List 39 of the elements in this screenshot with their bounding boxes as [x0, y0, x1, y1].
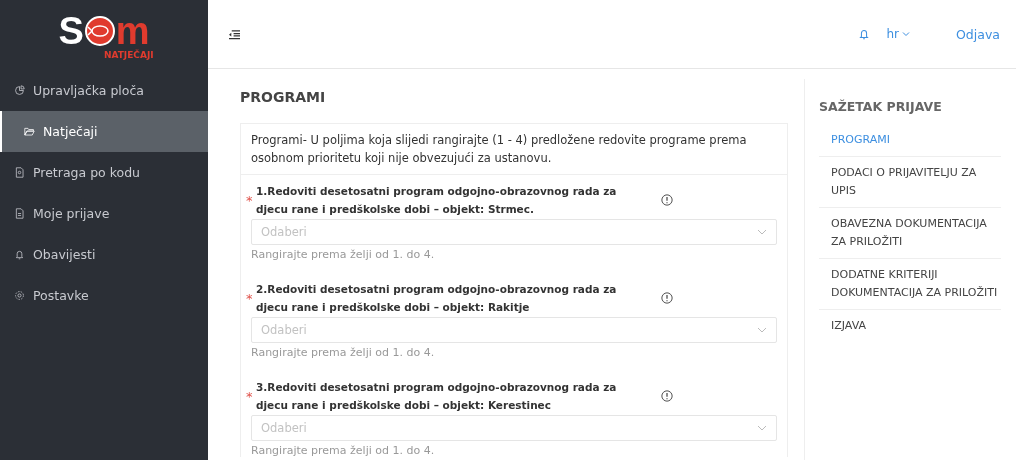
notifications-bell-icon[interactable] — [858, 28, 871, 40]
chevron-down-icon — [902, 31, 911, 37]
summary-link[interactable]: IZJAVA — [819, 310, 1001, 342]
sidebar-item[interactable]: Pretraga po kodu — [0, 152, 208, 193]
chevron-down-icon — [757, 425, 767, 431]
settings-icon — [14, 290, 25, 301]
info-icon[interactable] — [661, 194, 673, 206]
field-label: 1.Redoviti desetosatni program odgojno-obrazovnog rada za djecu rane i predškolske dobi – objekt: Strmec. — [256, 184, 618, 217]
summary-link[interactable]: PROGRAMI — [819, 124, 1001, 157]
sidebar-item[interactable]: Postavke — [0, 275, 208, 316]
required-asterisk: * — [246, 290, 254, 306]
pie-chart-icon — [14, 85, 25, 96]
document-icon — [14, 208, 25, 219]
summary-link[interactable]: DODATNE KRITERIJI DOKUMENTACIJA ZA PRILOŽITI — [819, 259, 1001, 310]
chevron-down-icon — [757, 229, 767, 235]
page-title: PROGRAMI — [240, 89, 327, 105]
field-hint: Rangirajte prema želji od 1. do 4. — [251, 248, 436, 261]
intro-text: Programi- U poljima koja slijedi rangirajte (1 - 4) predložene redovite programe prema osobnom prioritetu koji nije obvezujući za ustanovu. — [241, 124, 787, 175]
sidebar-item[interactable]: Moje prijave — [0, 193, 208, 234]
info-icon[interactable] — [661, 292, 673, 304]
required-asterisk: * — [246, 388, 254, 404]
chevron-down-icon — [757, 327, 767, 333]
document-icon — [14, 167, 25, 178]
info-icon[interactable] — [661, 390, 673, 402]
sidebar-item[interactable]: Obavijesti — [0, 234, 208, 275]
sidebar-item[interactable]: Natječaji — [0, 111, 208, 152]
field-label: 3.Redoviti desetosatni program odgojno-obrazovnog rada za djecu rane i predškolske dobi – objekt: Kerestinec — [256, 380, 618, 413]
summary-title: SAŽETAK PRIJAVE — [819, 99, 943, 114]
language-dropdown[interactable]: hr — [886, 27, 911, 41]
field-hint: Rangirajte prema želji od 1. do 4. — [251, 346, 436, 359]
sidebar-item[interactable]: Upravljačka ploča — [0, 70, 208, 111]
summary-link[interactable]: OBAVEZNA DOKUMENTACIJA ZA PRILOŽITI — [819, 208, 1001, 259]
summary-link[interactable]: PODACI O PRIJAVITELJU ZA UPIS — [819, 157, 1001, 208]
bell-icon — [14, 249, 25, 260]
required-asterisk: * — [246, 192, 254, 208]
menu-collapse-icon[interactable] — [228, 28, 241, 40]
field-hint: Rangirajte prema želji od 1. do 4. — [251, 444, 436, 457]
field-label: 2.Redoviti desetosatni program odgojno-obrazovnog rada za djecu rane i predškolske dobi – objekt: Rakitje — [256, 282, 618, 315]
folder-icon — [24, 126, 35, 137]
